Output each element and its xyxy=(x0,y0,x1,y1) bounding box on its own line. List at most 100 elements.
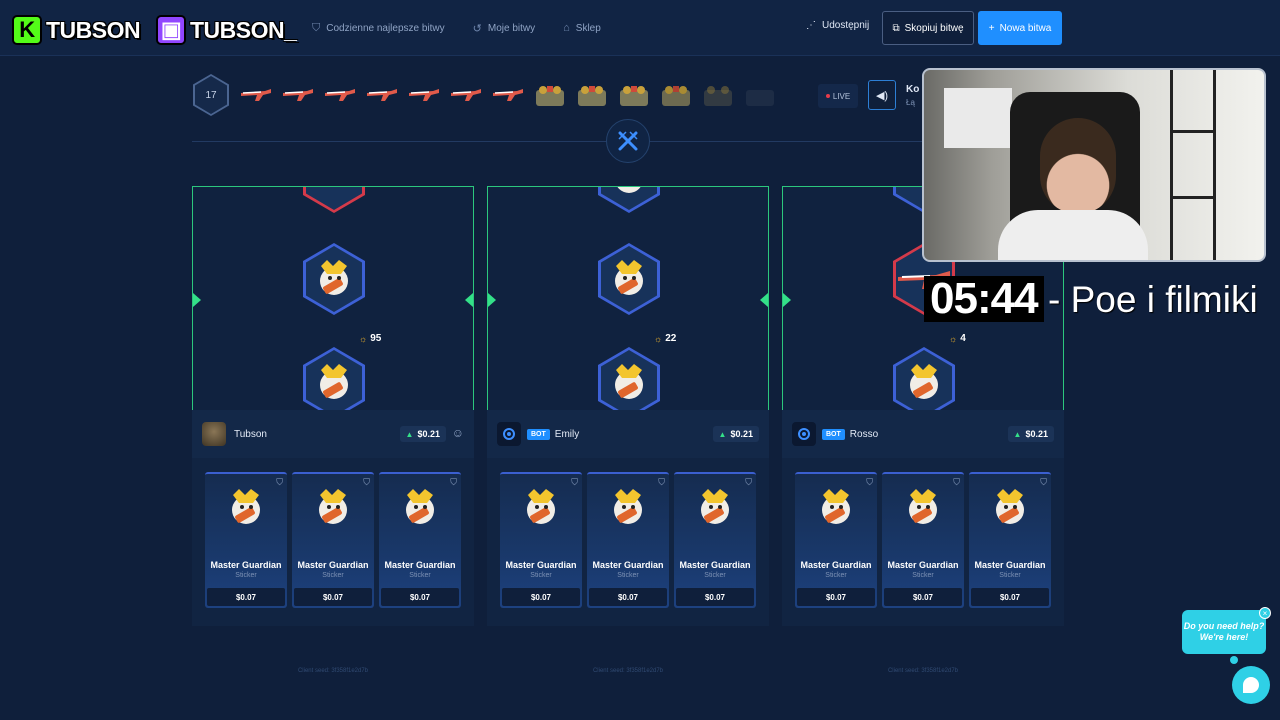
item-type: Sticker xyxy=(409,572,431,579)
background-monitor xyxy=(944,88,1012,148)
item-type: Sticker xyxy=(617,572,639,579)
help-close-button[interactable]: × xyxy=(1259,607,1271,619)
copy-battle-button[interactable]: ⧉ Skopiuj bitwę xyxy=(882,11,974,45)
item-name: Master Guardian xyxy=(592,560,664,570)
history-icon: ↺ xyxy=(472,22,482,35)
shield-icon: ⛉ xyxy=(866,477,873,487)
nav-link-daily-battles[interactable]: ⛉ Codzienne najlepsze bitwy xyxy=(312,22,445,35)
won-items: ⛉ Master Guardian Sticker $0.07 ⛉ Master… xyxy=(192,458,474,626)
total-value-text: $0.21 xyxy=(730,429,753,439)
case-icon xyxy=(532,80,568,110)
reel-item xyxy=(598,187,660,213)
nav-link-shop[interactable]: ⌂ Sklep xyxy=(563,22,601,34)
player-column-tubson: ☼ 95 Tubson ▲ $0.21 ☺ ⛉ Master Guardian St… xyxy=(192,186,474,626)
help-dot xyxy=(1230,656,1238,664)
shield-icon: ⛉ xyxy=(312,21,321,34)
player-name: Rosso xyxy=(849,428,879,440)
plus-icon: + xyxy=(988,22,995,34)
item-card[interactable]: ⛉ Master Guardian Sticker $0.07 xyxy=(587,472,669,608)
streamer-head xyxy=(1040,118,1116,214)
won-items: ⛉ Master Guardian Sticker $0.07 ⛉ Master… xyxy=(782,458,1064,626)
chat-bubble-icon xyxy=(1243,677,1259,693)
shop-icon: ⌂ xyxy=(563,22,570,34)
item-price: $0.07 xyxy=(676,588,754,606)
item-type: Sticker xyxy=(322,572,344,579)
item-name: Master Guardian xyxy=(384,560,456,570)
master-guardian-sticker-icon xyxy=(822,489,850,524)
item-price: $0.07 xyxy=(971,588,1049,606)
case-icon xyxy=(658,80,694,110)
nav-link-label: Sklep xyxy=(575,22,601,34)
total-value: ▲ $0.21 xyxy=(399,426,446,442)
triangle-up-icon: ▲ xyxy=(718,429,727,439)
master-guardian-sticker-icon xyxy=(615,260,643,295)
sun-icon: ☼ xyxy=(654,333,663,344)
player-name: Emily xyxy=(554,428,580,440)
item-card[interactable]: ⛉ Master Guardian Sticker $0.07 xyxy=(674,472,756,608)
points-value: 4 xyxy=(960,333,966,344)
rifle-icon xyxy=(280,80,316,110)
stream-timer: 05:44 xyxy=(924,276,1044,322)
live-button[interactable]: LIVE xyxy=(818,84,858,108)
shelf xyxy=(1170,70,1216,260)
kick-badge: K TUBSON xyxy=(12,12,141,48)
player-bar: BOT Rosso ▲ $0.21 xyxy=(782,410,1064,458)
case-icon xyxy=(700,80,736,110)
bot-avatar-icon xyxy=(497,422,521,446)
sun-icon: ☼ xyxy=(949,333,958,344)
client-seed: Client seed: 3f358f1e2d7b xyxy=(887,668,959,674)
item-type: Sticker xyxy=(825,572,847,579)
item-name: Master Guardian xyxy=(297,560,369,570)
crossed-swords-icon xyxy=(606,119,650,163)
reel-pointer-left-icon xyxy=(783,293,791,307)
master-guardian-sticker-icon xyxy=(319,489,347,524)
item-name: Master Guardian xyxy=(505,560,577,570)
nav-link-label: Moje bitwy xyxy=(487,22,536,34)
master-guardian-sticker-icon xyxy=(701,489,729,524)
item-price: $0.07 xyxy=(381,588,459,606)
webcam-overlay xyxy=(922,68,1266,262)
sound-toggle[interactable]: ◀) xyxy=(868,80,896,110)
item-card[interactable]: ⛉ Master Guardian Sticker $0.07 xyxy=(795,472,877,608)
item-card[interactable]: ⛉ Master Guardian Sticker $0.07 xyxy=(969,472,1051,608)
emoji-icon[interactable]: ☺ xyxy=(452,426,464,440)
item-card[interactable]: ⛉ Master Guardian Sticker $0.07 xyxy=(205,472,287,608)
points-display: ☼ 95 xyxy=(359,333,381,344)
client-seed: Client seed: 3f358f1e2d7b xyxy=(592,668,664,674)
twitch-logo-icon: ▣ xyxy=(156,15,186,45)
item-card[interactable]: ⛉ Master Guardian Sticker $0.07 xyxy=(500,472,582,608)
item-card[interactable]: ⛉ Master Guardian Sticker $0.07 xyxy=(292,472,374,608)
item-name: Master Guardian xyxy=(974,560,1046,570)
item-price: $0.07 xyxy=(797,588,875,606)
item-type: Sticker xyxy=(999,572,1021,579)
item-name: Master Guardian xyxy=(887,560,959,570)
nav-links: ⛉ Codzienne najlepsze bitwy ↺ Moje bitwy… xyxy=(312,0,601,56)
share-label: Udostępnij xyxy=(822,20,870,31)
player-column-emily: ☼ 22 BOT Emily ▲ $0.21 ⛉ Master Guardian S… xyxy=(487,186,769,626)
item-price: $0.07 xyxy=(207,588,285,606)
avatar xyxy=(202,422,226,446)
shield-icon: ⛉ xyxy=(953,477,960,487)
shield-icon: ⛉ xyxy=(363,477,370,487)
item-price: $0.07 xyxy=(294,588,372,606)
help-bubble[interactable]: Do you need help? We're here! xyxy=(1182,610,1266,654)
won-items: ⛉ Master Guardian Sticker $0.07 ⛉ Master… xyxy=(487,458,769,626)
master-guardian-sticker-icon xyxy=(909,489,937,524)
item-reel: ☼ 22 xyxy=(487,186,769,410)
bot-tag: BOT xyxy=(822,428,845,440)
shield-icon: ⛉ xyxy=(745,477,752,487)
bot-tag: BOT xyxy=(527,428,550,440)
item-card[interactable]: ⛉ Master Guardian Sticker $0.07 xyxy=(379,472,461,608)
share-button[interactable]: ⋰ Udostępnij xyxy=(806,20,869,31)
triangle-up-icon: ▲ xyxy=(405,429,414,439)
battle-mode-title: Ko xyxy=(906,84,920,95)
item-name: Master Guardian xyxy=(210,560,282,570)
chat-button[interactable] xyxy=(1232,666,1270,704)
round-number: 17 xyxy=(205,89,217,101)
new-battle-button[interactable]: + Nowa bitwa xyxy=(978,11,1062,45)
item-card[interactable]: ⛉ Master Guardian Sticker $0.07 xyxy=(882,472,964,608)
player-bar: Tubson ▲ $0.21 ☺ xyxy=(192,410,474,458)
case-strip xyxy=(238,80,778,110)
nav-link-my-battles[interactable]: ↺ Moje bitwy xyxy=(473,22,535,35)
reel-item xyxy=(303,187,365,213)
